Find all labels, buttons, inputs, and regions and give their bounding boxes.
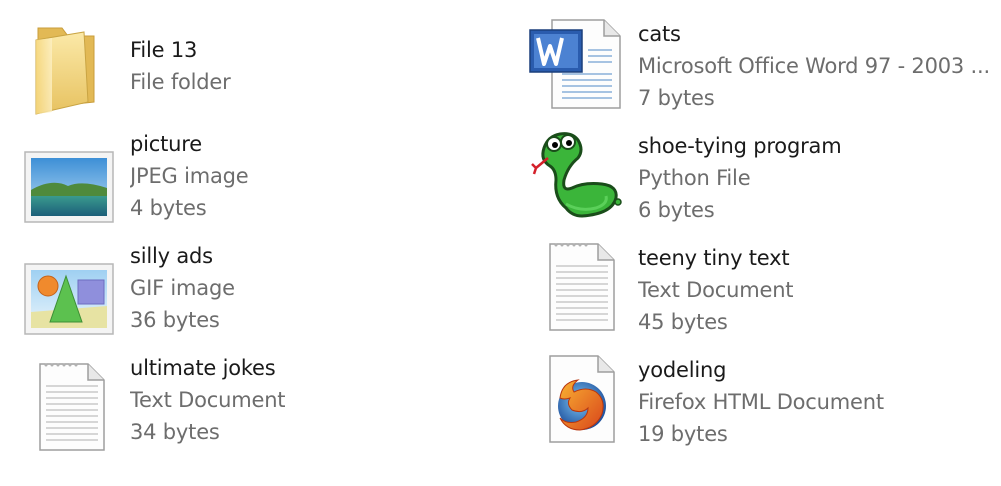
file-size: 4 bytes (130, 196, 207, 220)
file-item-ultimate-jokes[interactable]: ultimate jokes Text Document 34 bytes (0, 352, 490, 456)
folder-icon (22, 18, 118, 122)
file-size: 19 bytes (638, 422, 728, 446)
file-size: 7 bytes (638, 86, 715, 110)
file-name: shoe-tying program (638, 134, 842, 158)
word-document-icon (526, 6, 622, 110)
file-name: picture (130, 132, 202, 156)
file-type: Firefox HTML Document (638, 390, 884, 414)
firefox-html-icon (526, 342, 622, 446)
file-item-cats[interactable]: cats Microsoft Office Word 97 - 2003 ...… (508, 6, 998, 110)
file-item-silly-ads[interactable]: silly ads GIF image 36 bytes (0, 240, 490, 344)
file-size: 45 bytes (638, 310, 728, 334)
file-item-picture[interactable]: picture JPEG image 4 bytes (0, 128, 490, 232)
file-item-teeny-tiny-text[interactable]: teeny tiny text Text Document 45 bytes (508, 230, 998, 334)
file-item-shoe-tying-program[interactable]: shoe-tying program Python File 6 bytes (508, 118, 998, 222)
file-name: yodeling (638, 358, 727, 382)
file-name: ultimate jokes (130, 356, 276, 380)
file-name: cats (638, 22, 681, 46)
file-item-yodeling[interactable]: yodeling Firefox HTML Document 19 bytes (508, 342, 998, 446)
file-type: Microsoft Office Word 97 - 2003 ... (638, 54, 990, 78)
python-file-icon (526, 118, 622, 222)
file-type: GIF image (130, 276, 235, 300)
file-type: JPEG image (130, 164, 249, 188)
file-type: Text Document (638, 278, 794, 302)
file-list: File 13 File folder picture JPEG image 4… (0, 0, 1001, 486)
gif-image-icon (22, 240, 118, 344)
file-name: silly ads (130, 244, 213, 268)
file-size: 34 bytes (130, 420, 220, 444)
file-type: Python File (638, 166, 751, 190)
text-document-icon (526, 230, 622, 334)
file-type: Text Document (130, 388, 286, 412)
file-size: 36 bytes (130, 308, 220, 332)
file-name: File 13 (130, 38, 198, 62)
jpeg-image-icon (22, 128, 118, 232)
text-document-icon (22, 352, 118, 456)
file-size: 6 bytes (638, 198, 715, 222)
file-name: teeny tiny text (638, 246, 790, 270)
file-type: File folder (130, 70, 231, 94)
file-item-file-13[interactable]: File 13 File folder (0, 18, 490, 122)
